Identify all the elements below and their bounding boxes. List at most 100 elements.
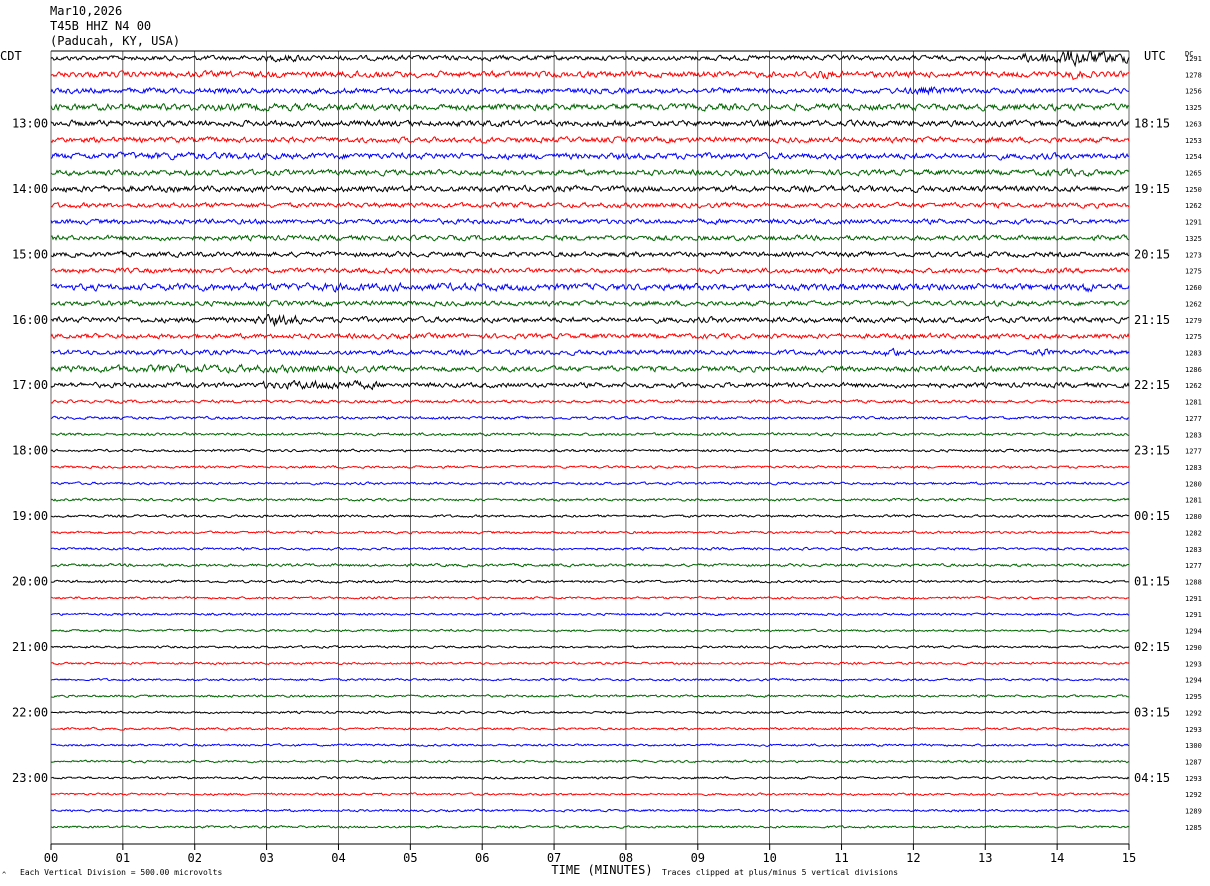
right-time-label: 20:15: [1134, 247, 1170, 261]
x-tick-label: 00: [44, 851, 58, 865]
dc-offset-label: 1262: [1185, 300, 1202, 308]
seismic-trace: [51, 281, 1130, 293]
dc-offset-label: 1283: [1185, 349, 1202, 357]
right-timezone-label: UTC: [1144, 49, 1166, 63]
dc-offset-label: 1265: [1185, 170, 1202, 178]
seismic-trace: [50, 612, 1130, 617]
seismic-trace: [50, 299, 1130, 308]
dc-offset-label: 1283: [1185, 464, 1202, 472]
seismic-trace: [50, 481, 1130, 486]
seismic-trace: [50, 775, 1130, 780]
seismic-trace: [50, 234, 1130, 242]
dc-offset-label: 1280: [1185, 513, 1202, 521]
dc-offset-label: 1325: [1185, 235, 1202, 243]
left-time-label: 22:00: [12, 705, 48, 719]
seismic-trace: [50, 808, 1130, 813]
seismic-trace: [50, 448, 1130, 453]
seismic-trace: [50, 379, 1130, 391]
dc-offset-label: 1290: [1185, 644, 1202, 652]
seismic-trace: [50, 151, 1130, 161]
minute-gridlines: [50, 51, 1130, 844]
seismic-trace: [50, 432, 1130, 437]
seismic-trace: [50, 118, 1130, 128]
seismic-trace: [50, 546, 1130, 551]
x-axis-title: TIME (MINUTES): [551, 863, 652, 877]
dc-offset-label: 1280: [1185, 480, 1202, 488]
seismic-trace: [50, 726, 1130, 731]
dc-offset-label: 1293: [1185, 726, 1202, 734]
seismic-trace: [50, 562, 1129, 568]
left-time-label: 23:00: [12, 771, 48, 785]
left-timezone-label: CDT: [0, 49, 22, 63]
left-time-label: 16:00: [12, 313, 48, 327]
seismic-trace: [50, 332, 1130, 340]
seismic-trace: [50, 644, 1130, 649]
dc-offset-label: 1277: [1185, 415, 1202, 423]
x-tick-label: 13: [978, 851, 992, 865]
dc-offset-label: 1282: [1185, 529, 1202, 537]
x-tick-label: 02: [188, 851, 202, 865]
dc-offset-label: 1279: [1185, 317, 1202, 325]
left-time-label: 21:00: [12, 640, 48, 654]
left-time-labels: 13:00 14:00 15:00 16:00 17:00 18:00 19:00 20:00…: [12, 116, 48, 784]
seismic-trace: [50, 661, 1130, 666]
seismic-trace: [50, 167, 1130, 178]
dc-offset-label: 1262: [1185, 202, 1202, 210]
scale-marker-icon: ^: [2, 871, 6, 879]
dc-offset-label: 1300: [1185, 742, 1202, 750]
right-time-label: 00:15: [1134, 509, 1170, 523]
dc-offset-label: 1293: [1185, 660, 1202, 668]
dc-offset-label: 1294: [1185, 628, 1202, 636]
seismic-trace: [50, 677, 1130, 682]
dc-offset-label: 1286: [1185, 366, 1202, 374]
dc-offset-label: 1294: [1185, 677, 1202, 685]
dc-offset-label: 1283: [1185, 546, 1202, 554]
right-time-labels: 18:15 19:15 20:15 21:15 22:15 23:15 00:15 01:15…: [1134, 116, 1170, 784]
dc-offset-label: 1325: [1185, 104, 1202, 112]
left-time-label: 18:00: [12, 444, 48, 458]
seismic-trace: [50, 250, 1130, 259]
dc-offset-label: 1291: [1185, 219, 1202, 227]
dc-offset-label: 1273: [1185, 251, 1202, 259]
seismic-trace: [50, 415, 1130, 421]
dc-offset-labels: 1291 1278 1256 1325 1263 1253 1254 1265 1250 1262…: [1185, 55, 1202, 832]
dc-offset-label: 1292: [1185, 791, 1202, 799]
dc-offset-label: 1263: [1185, 120, 1202, 128]
seismic-trace: [50, 266, 1130, 275]
left-time-label: 17:00: [12, 378, 48, 392]
dc-offset-label: 1295: [1185, 693, 1202, 701]
x-tick-label: 14: [1050, 851, 1064, 865]
dc-offset-label: 1287: [1185, 758, 1202, 766]
x-tick-label: 01: [116, 851, 130, 865]
seismic-trace: [50, 579, 1130, 584]
clip-note: Traces clipped at plus/minus 5 vertical …: [662, 868, 898, 877]
dc-offset-label: 1288: [1185, 579, 1202, 587]
seismic-trace: [50, 184, 1130, 194]
seismic-trace: [50, 135, 1130, 144]
dc-offset-label: 1262: [1185, 382, 1202, 390]
seismic-trace: [50, 314, 1130, 328]
right-time-label: 01:15: [1134, 575, 1170, 589]
seismic-trace: [50, 792, 1130, 797]
seismic-trace: [50, 743, 1130, 747]
vertical-scale-note: Each Vertical Division = 500.00 microvol…: [20, 868, 222, 877]
dc-offset-label: 1275: [1185, 333, 1202, 341]
x-tick-label: 03: [259, 851, 273, 865]
seismic-trace: [50, 102, 1130, 112]
left-time-label: 20:00: [12, 575, 48, 589]
trace-layer: [50, 50, 1130, 829]
x-axis-ticks: 00 01 02 03 04 05 06 07 08 09 10 11 12 13 14 15: [44, 844, 1136, 865]
left-time-label: 14:00: [12, 182, 48, 196]
seismic-trace: [50, 514, 1130, 519]
x-tick-label: 05: [403, 851, 417, 865]
dc-offset-label: 1292: [1185, 709, 1202, 717]
seismic-trace: [50, 85, 1130, 96]
seismic-trace: [50, 50, 1130, 68]
dc-column-title: DC: [1185, 50, 1193, 58]
seismic-trace: [50, 759, 1130, 764]
x-tick-label: 10: [762, 851, 776, 865]
seismic-trace: [50, 464, 1130, 469]
seismic-trace: [50, 825, 1130, 829]
dc-offset-label: 1260: [1185, 284, 1202, 292]
seismic-trace: [50, 69, 1130, 81]
